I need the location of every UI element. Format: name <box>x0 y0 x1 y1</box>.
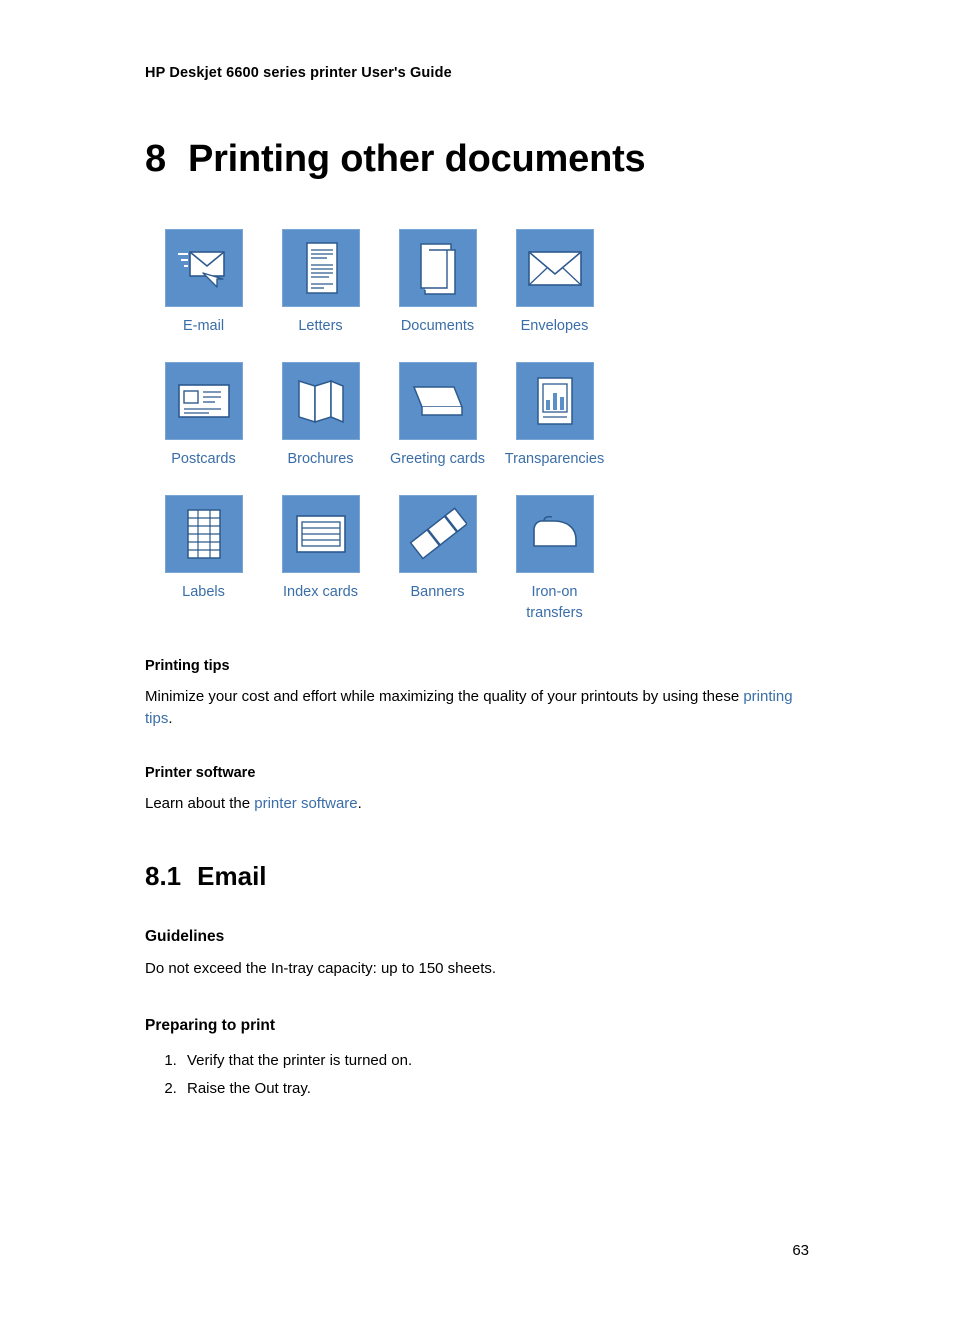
icon-cell-envelopes[interactable]: Envelopes <box>496 228 613 337</box>
page-number: 63 <box>792 1242 809 1259</box>
icon-label[interactable]: Banners <box>410 582 464 603</box>
chapter-title: 8 Printing other documents <box>145 138 809 181</box>
icon-label[interactable]: Postcards <box>171 449 235 470</box>
printing-tips-paragraph: Minimize your cost and effort while maxi… <box>145 686 809 731</box>
printing-tips-text-before: Minimize your cost and effort while maxi… <box>145 687 744 705</box>
icon-cell-labels[interactable]: Labels <box>145 494 262 603</box>
chapter-number: 8 <box>145 138 166 180</box>
icon-row-2: Postcards Brochures Greeting cards Trans… <box>145 361 615 470</box>
documents-icon[interactable] <box>398 228 477 307</box>
icon-label[interactable]: Labels <box>182 582 225 603</box>
icon-row-1: E-mail Letters Documents Envelopes <box>145 228 615 337</box>
printing-tips-heading: Printing tips <box>145 657 230 674</box>
chapter-title-text: Printing other documents <box>187 138 646 180</box>
document-type-icon-grid: E-mail Letters Documents Envelopes Postc… <box>145 228 615 624</box>
email-icon[interactable] <box>164 228 243 307</box>
document-page: HP Deskjet 6600 series printer User's Gu… <box>0 0 954 1321</box>
icon-cell-email[interactable]: E-mail <box>145 228 262 337</box>
guidelines-text: Do not exceed the In-tray capacity: up t… <box>145 960 497 978</box>
printer-software-heading: Printer software <box>145 764 256 781</box>
printer-software-paragraph: Learn about the printer software. <box>145 793 809 816</box>
running-header: HP Deskjet 6600 series printer User's Gu… <box>145 65 452 81</box>
section-title-text: Email <box>197 861 267 892</box>
letter-icon[interactable] <box>281 228 360 307</box>
icon-cell-postcards[interactable]: Postcards <box>145 361 262 470</box>
icon-cell-index-cards[interactable]: Index cards <box>262 494 379 603</box>
index-cards-icon[interactable] <box>281 494 360 573</box>
guidelines-heading: Guidelines <box>145 928 225 946</box>
icon-label[interactable]: Letters <box>298 316 342 337</box>
preparing-heading: Preparing to print <box>145 1016 276 1034</box>
postcard-icon[interactable] <box>164 361 243 440</box>
banners-icon[interactable] <box>398 494 477 573</box>
icon-cell-transparencies[interactable]: Transparencies <box>496 361 613 470</box>
brochure-icon[interactable] <box>281 361 360 440</box>
icon-label[interactable]: E-mail <box>183 316 224 337</box>
row-spacer <box>145 337 615 362</box>
icon-label[interactable]: Transparencies <box>505 449 604 470</box>
iron-on-transfers-icon[interactable] <box>515 494 594 573</box>
icon-cell-documents[interactable]: Documents <box>379 228 496 337</box>
envelope-icon[interactable] <box>515 228 594 307</box>
icon-row-3: Labels Index cards Banners Iron-on trans… <box>145 494 615 624</box>
icon-cell-brochures[interactable]: Brochures <box>262 361 379 470</box>
list-item: Verify that the printer is turned on. <box>181 1047 809 1075</box>
printer-software-link[interactable]: printer software <box>254 795 357 812</box>
icon-label[interactable]: Brochures <box>287 449 353 470</box>
icon-label[interactable]: Envelopes <box>521 316 589 337</box>
icon-label[interactable]: Iron-on transfers <box>505 582 605 624</box>
printer-software-text-before: Learn about the <box>145 794 255 812</box>
printing-tips-text-after: . <box>168 710 173 728</box>
labels-icon[interactable] <box>164 494 243 573</box>
icon-label[interactable]: Documents <box>401 316 474 337</box>
icon-cell-greeting-cards[interactable]: Greeting cards <box>379 361 496 470</box>
icon-label[interactable]: Greeting cards <box>390 449 485 470</box>
list-item: Raise the Out tray. <box>181 1075 809 1103</box>
greeting-card-icon[interactable] <box>398 361 477 440</box>
icon-cell-letters[interactable]: Letters <box>262 228 379 337</box>
section-title: 8.1 Email <box>145 861 809 892</box>
icon-cell-banners[interactable]: Banners <box>379 494 496 603</box>
printer-software-text-after: . <box>357 794 362 812</box>
icon-label[interactable]: Index cards <box>283 582 358 603</box>
preparing-steps-list: Verify that the printer is turned on. Ra… <box>145 1047 809 1103</box>
transparency-icon[interactable] <box>515 361 594 440</box>
row-spacer <box>145 470 615 495</box>
icon-cell-iron-on-transfers[interactable]: Iron-on transfers <box>496 494 613 624</box>
section-number: 8.1 <box>145 861 182 892</box>
